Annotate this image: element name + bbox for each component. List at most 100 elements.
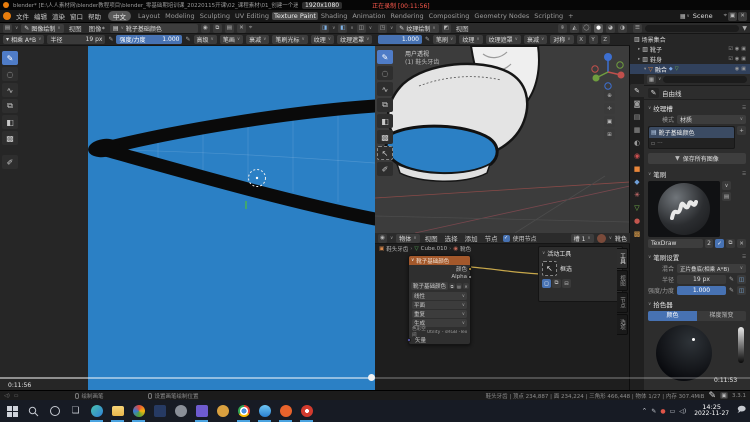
- language-button[interactable]: 中文: [108, 11, 131, 21]
- zoom-view-icon[interactable]: ⊕: [604, 90, 615, 101]
- shader-menu-add[interactable]: 添加: [463, 233, 480, 243]
- editor-type-image-icon[interactable]: ▤: [3, 24, 12, 33]
- task-view-button[interactable]: ❏: [65, 400, 86, 422]
- viewport-pressure-icon[interactable]: ✎: [425, 36, 430, 43]
- paint-canvas[interactable]: [88, 46, 375, 390]
- tool-fill-button[interactable]: ◧: [2, 115, 18, 129]
- tab-scene-icon[interactable]: ◐: [630, 136, 644, 149]
- material-slot-dropdown[interactable]: 槽 1∨: [571, 234, 594, 243]
- exclude-checkbox[interactable]: ☑: [728, 46, 732, 52]
- menu-window[interactable]: 窗口: [68, 11, 85, 21]
- shader-menu-select[interactable]: 选择: [443, 233, 460, 243]
- tab-output-icon[interactable]: ▤: [630, 110, 644, 123]
- color-output-socket[interactable]: [468, 267, 472, 271]
- taskbar-app-orange[interactable]: [275, 400, 296, 422]
- brush-name-field[interactable]: TexDraw: [648, 239, 703, 248]
- viewport-popover-brush[interactable]: 笔刷∨: [433, 35, 456, 44]
- tool-smear-button[interactable]: ∿: [2, 83, 18, 97]
- outliner-display-mode-icon[interactable]: ☰: [633, 24, 642, 33]
- tab-add-workspace[interactable]: +: [566, 12, 575, 20]
- tab-layout[interactable]: Layout: [136, 12, 162, 20]
- start-button[interactable]: [2, 400, 23, 422]
- popover-advanced[interactable]: 高级∨: [194, 35, 217, 44]
- tab-modifiers-icon[interactable]: ◆: [630, 175, 644, 188]
- props-radius-slider[interactable]: 19 px: [677, 275, 726, 284]
- strength-pressure-icon[interactable]: ✎: [729, 287, 734, 294]
- viewport-body[interactable]: 用户透视 (1) 鞋头牙齿 ✎ ◌ ∿ ⧉ ◧ ▩ ↖ ✐ ⊕ ✛: [375, 46, 630, 233]
- slot-mode-dropdown[interactable]: 材质∨: [677, 115, 746, 124]
- tool-soften-button[interactable]: ◌: [2, 67, 18, 81]
- collapse-icon[interactable]: ▾: [644, 67, 646, 72]
- menu-help[interactable]: 帮助: [86, 11, 103, 21]
- shading-wireframe-icon[interactable]: ◯: [582, 24, 591, 33]
- tool-clone-button[interactable]: ⧉: [2, 99, 18, 113]
- popover-texture[interactable]: 纹理∨: [311, 35, 334, 44]
- video-seekbar[interactable]: [0, 377, 750, 379]
- perspective-toggle-icon[interactable]: ⊞: [604, 129, 615, 140]
- popover-stroke[interactable]: 笔画∨: [220, 35, 243, 44]
- tray-volume-icon[interactable]: ◁): [677, 408, 688, 415]
- menu-edit[interactable]: 编辑: [32, 11, 49, 21]
- unlink-brush-icon[interactable]: ✕: [737, 239, 746, 248]
- exclude-checkbox[interactable]: ☑: [728, 56, 732, 62]
- expand-icon[interactable]: ▸: [638, 47, 640, 52]
- color-value-slider[interactable]: [738, 327, 744, 363]
- image-menu-image[interactable]: 图像*: [87, 23, 107, 33]
- outliner-search-input[interactable]: [645, 25, 739, 32]
- blend-mode-dropdown[interactable]: ▾ 相乘 A*B∨: [3, 35, 44, 44]
- active-tool-button[interactable]: ↖: [542, 261, 557, 276]
- camera-visibility-icon[interactable]: ▣: [741, 46, 746, 52]
- node-open-image-icon[interactable]: ▤: [456, 283, 462, 289]
- tab-tool-icon[interactable]: ✎: [630, 84, 644, 97]
- outliner-row-merge-object[interactable]: ▾ ▽ 融合 ◆ ▽ ◉ ▣: [630, 64, 750, 74]
- duplicate-brush-icon[interactable]: ⧉: [726, 239, 735, 248]
- new-image-icon[interactable]: ⧉: [213, 24, 222, 33]
- active-tool-panel-title[interactable]: 活动工具: [547, 249, 571, 258]
- outliner-filter-icon[interactable]: ▼: [742, 25, 747, 32]
- brush-preview[interactable]: [648, 181, 720, 237]
- alpha-output-socket[interactable]: [468, 275, 472, 279]
- pin-icon[interactable]: ⌖: [724, 12, 727, 20]
- editor-type-3d-icon[interactable]: ◳: [378, 24, 387, 33]
- texture-slot-item[interactable]: ▤ 靴子基础颜色: [649, 127, 734, 138]
- texture-slots-panel-title[interactable]: 纹理槽: [653, 103, 673, 113]
- open-image-icon[interactable]: ▤: [225, 24, 234, 33]
- pan-view-icon[interactable]: ✛: [604, 103, 615, 114]
- outliner-row-scene-collection[interactable]: ▥ 场景集合: [630, 34, 750, 44]
- picker-tab-color[interactable]: 颜色: [648, 311, 697, 321]
- expand-icon[interactable]: ▸: [638, 57, 640, 62]
- fake-user-icon[interactable]: ◉: [201, 24, 210, 33]
- camera-visibility-icon[interactable]: ▣: [741, 66, 746, 72]
- strength-slider[interactable]: 强度/力度1.000: [116, 35, 182, 44]
- radius-unified-icon[interactable]: ◫: [737, 275, 746, 284]
- radius-slider[interactable]: 半径19 px: [47, 35, 105, 44]
- shader-editor-body[interactable]: ▣ 鞋头牙齿› ▽ Cube.010› ◉ 靴色 ∨ 靴子基础颜色 颜色 Alp…: [375, 244, 630, 390]
- material-preview-icon[interactable]: [597, 234, 606, 243]
- image-overlay-icon[interactable]: ◧: [338, 24, 347, 33]
- use-nodes-checkbox[interactable]: ✓: [503, 235, 510, 242]
- radius-pressure-icon[interactable]: ✎: [729, 276, 734, 283]
- brush-panel-title[interactable]: 笔刷: [653, 169, 666, 179]
- tab-scripting[interactable]: Scripting: [532, 12, 565, 20]
- node-extension-dropdown[interactable]: 重复∨: [412, 310, 467, 318]
- shading-material-icon[interactable]: ◕: [606, 24, 615, 33]
- video-seekbar-handle[interactable]: [368, 374, 375, 381]
- node-colorspace-row[interactable]: 色彩空间 Utility - sRGB -Texture: [409, 328, 470, 336]
- tab-texture-paint[interactable]: Texture Paint: [272, 12, 318, 20]
- popover-texture-mask[interactable]: 纹理遮罩∨: [337, 35, 372, 44]
- scene-selector[interactable]: Scene: [691, 12, 723, 20]
- tab-world-icon[interactable]: ◉: [630, 149, 644, 162]
- tool-annotate-button[interactable]: ✐: [2, 155, 18, 169]
- vp-tool-select-box-button[interactable]: ↖: [377, 146, 393, 160]
- node-interpolation-dropdown[interactable]: 线性∨: [412, 292, 467, 300]
- viewport-popover-texture[interactable]: 纹理∨: [459, 35, 482, 44]
- tab-particles-icon[interactable]: ✳: [630, 188, 644, 201]
- menu-render[interactable]: 渲染: [50, 11, 67, 21]
- tab-material-icon[interactable]: ●: [630, 214, 644, 227]
- tab-shading[interactable]: Shading: [319, 12, 349, 20]
- taskbar-app-photos[interactable]: [128, 400, 149, 422]
- taskbar-app-edge[interactable]: [86, 400, 107, 422]
- taskbar-app-dark-blue[interactable]: [149, 400, 170, 422]
- side-tab-node[interactable]: 节点: [617, 292, 628, 313]
- select-mode-subtract-icon[interactable]: ⊟: [562, 279, 571, 288]
